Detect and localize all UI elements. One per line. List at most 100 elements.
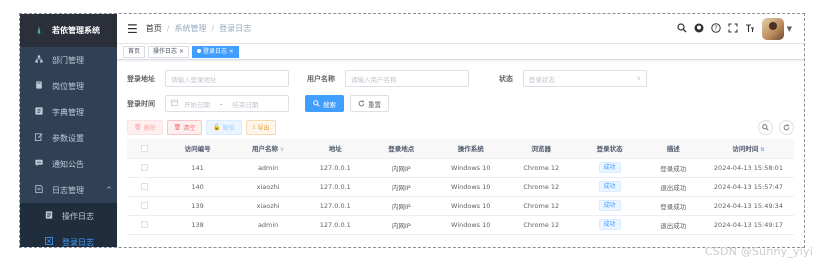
search-row-1: 登录地址 请输入登录地址 用户名称 请输入用户名称 状态 登录状态 ∨ xyxy=(127,69,794,88)
page-content: 登录地址 请输入登录地址 用户名称 请输入用户名称 状态 登录状态 ∨ 登录时间 xyxy=(117,60,804,235)
sort-icon[interactable]: ⇅ xyxy=(280,147,284,153)
col-browser: 浏览器 xyxy=(507,139,576,159)
tree-icon xyxy=(34,55,44,65)
sidebar-item-operlog[interactable]: 操作日志 xyxy=(20,203,117,229)
main-area: ☰ 首页 / 系统管理 / 登录日志 ? ▼ 首页 操作日志 × 登录日志 × … xyxy=(117,14,804,247)
row-checkbox[interactable] xyxy=(140,221,148,228)
edit-icon xyxy=(34,133,44,143)
status-label: 状态 xyxy=(499,74,513,83)
table-toolbar: 🗑 删除 🗑 清空 🔓 解锁 ⤓ 导出 xyxy=(127,119,794,135)
status-badge: 成功 xyxy=(598,200,621,211)
sidebar-item-post[interactable]: 岗位管理 xyxy=(20,73,117,99)
logo-icon xyxy=(32,25,46,35)
breadcrumb-current: 登录日志 xyxy=(219,24,252,33)
login-time-label: 登录时间 xyxy=(127,99,155,108)
sort-desc-icon[interactable]: ⇅ xyxy=(760,147,764,153)
trash-icon: 🗑 xyxy=(134,123,142,131)
sidebar-item-dict[interactable]: 字典管理 xyxy=(20,99,117,125)
caret-down-icon[interactable]: ▼ xyxy=(787,25,792,33)
sidebar: 若依管理系统 部门管理 岗位管理 字典管理 参数设置 通知公告 日志管理 ^ 操… xyxy=(20,14,117,247)
unlock-button[interactable]: 🔓 解锁 xyxy=(206,119,242,135)
col-info-id: 访问编号 xyxy=(161,139,234,159)
sidebar-item-notice[interactable]: 通知公告 xyxy=(20,151,117,177)
tag-operlog[interactable]: 操作日志 × xyxy=(148,45,189,58)
col-login-time[interactable]: 访问时间 ⇅ xyxy=(702,139,794,159)
row-checkbox[interactable] xyxy=(140,164,148,171)
sidebar-item-label: 部门管理 xyxy=(52,55,84,65)
table-row[interactable]: 139 xiaozhi 127.0.0.1 内网IP Windows 10 Ch… xyxy=(127,196,794,216)
status-select[interactable]: 登录状态 ∨ xyxy=(523,70,647,87)
fullscreen-icon[interactable] xyxy=(728,22,738,36)
end-date-input[interactable]: 结束日期 xyxy=(232,99,258,109)
refresh-icon xyxy=(358,100,365,107)
logininfor-table: 访问编号 用户名称 ⇅ 地址 登录地点 操作系统 浏览器 登录状态 描述 访问时间… xyxy=(127,139,794,235)
table-row[interactable]: 140 xiaozhi 127.0.0.1 内网IP Windows 10 Ch… xyxy=(127,177,794,197)
sidebar-item-log[interactable]: 日志管理 ^ xyxy=(20,177,117,203)
app-window: 若依管理系统 部门管理 岗位管理 字典管理 参数设置 通知公告 日志管理 ^ 操… xyxy=(19,13,805,248)
sidebar-item-label: 日志管理 xyxy=(52,185,84,195)
toggle-search-button[interactable] xyxy=(758,119,773,135)
unlock-icon: 🔓 xyxy=(213,123,221,131)
col-os: 操作系统 xyxy=(434,139,508,159)
avatar[interactable] xyxy=(761,18,784,40)
navbar-right: ? ▼ xyxy=(677,18,792,40)
sidebar-item-logininfor[interactable]: 登录日志 xyxy=(20,229,117,247)
github-icon[interactable] xyxy=(694,23,704,36)
status-badge: 成功 xyxy=(598,181,621,192)
dict-icon xyxy=(34,107,44,117)
sidebar-item-label: 参数设置 xyxy=(52,133,84,143)
breadcrumb-home[interactable]: 首页 xyxy=(146,23,162,34)
ip-label: 登录地址 xyxy=(127,74,155,83)
tag-home[interactable]: 首页 xyxy=(123,45,146,58)
reset-button[interactable]: 重置 xyxy=(350,95,389,112)
watermark: CSDN @Sunny_yiyi xyxy=(704,245,813,258)
clean-button[interactable]: 🗑 清空 xyxy=(166,119,203,135)
col-status: 登录状态 xyxy=(575,139,644,159)
download-icon: ⤓ xyxy=(252,123,256,130)
form-icon xyxy=(44,211,54,221)
col-login-location: 登录地点 xyxy=(368,139,435,159)
message-icon xyxy=(34,159,44,169)
post-icon xyxy=(34,81,44,91)
sidebar-logo[interactable]: 若依管理系统 xyxy=(20,14,117,47)
search-button[interactable]: 搜索 xyxy=(305,95,344,112)
delete-button[interactable]: 🗑 删除 xyxy=(127,119,163,135)
logininfor-icon xyxy=(44,237,54,247)
col-user-name[interactable]: 用户名称 ⇅ xyxy=(233,139,303,159)
col-msg: 描述 xyxy=(643,139,703,159)
ip-input[interactable]: 请输入登录地址 xyxy=(165,70,289,87)
tags-view: 首页 操作日志 × 登录日志 × xyxy=(117,44,804,60)
chevron-down-icon: ∨ xyxy=(636,75,641,82)
refresh-icon xyxy=(783,124,790,130)
search-icon[interactable] xyxy=(677,22,687,36)
close-icon[interactable]: × xyxy=(179,48,184,55)
tag-logininfor[interactable]: 登录日志 × xyxy=(191,45,239,58)
username-label: 用户名称 xyxy=(307,74,335,83)
sidebar-item-dept[interactable]: 部门管理 xyxy=(20,47,117,73)
status-badge: 成功 xyxy=(598,219,621,230)
sidebar-item-config[interactable]: 参数设置 xyxy=(20,125,117,151)
export-button[interactable]: ⤓ 导出 xyxy=(245,119,277,135)
refresh-button[interactable] xyxy=(779,119,794,135)
table-row[interactable]: 141 admin 127.0.0.1 内网IP Windows 10 Chro… xyxy=(127,158,794,178)
table-header-row: 访问编号 用户名称 ⇅ 地址 登录地点 操作系统 浏览器 登录状态 描述 访问时间… xyxy=(127,139,794,159)
breadcrumb-system: 系统管理 xyxy=(174,24,207,33)
font-size-icon[interactable] xyxy=(745,23,755,36)
app-title: 若依管理系统 xyxy=(52,26,100,35)
navbar: ☰ 首页 / 系统管理 / 登录日志 ? ▼ xyxy=(117,14,804,44)
chevron-up-icon: ^ xyxy=(106,186,112,194)
close-icon[interactable]: × xyxy=(229,48,234,55)
sidebar-item-label: 岗位管理 xyxy=(52,81,84,91)
row-checkbox[interactable] xyxy=(140,202,148,209)
sidebar-item-label: 通知公告 xyxy=(52,159,84,169)
table-row[interactable]: 138 admin 127.0.0.1 内网IP Windows 10 Chro… xyxy=(127,215,794,235)
question-icon[interactable]: ? xyxy=(710,22,721,36)
start-date-input[interactable]: 开始日期 xyxy=(184,99,210,109)
calendar-icon xyxy=(171,99,178,108)
select-all-checkbox[interactable] xyxy=(127,139,162,159)
row-checkbox[interactable] xyxy=(140,183,148,190)
username-input[interactable]: 请输入用户名称 xyxy=(345,70,469,87)
hamburger-icon[interactable]: ☰ xyxy=(127,22,138,36)
status-badge: 成功 xyxy=(598,162,621,173)
date-range-picker[interactable]: 开始日期 - 结束日期 xyxy=(165,95,289,112)
